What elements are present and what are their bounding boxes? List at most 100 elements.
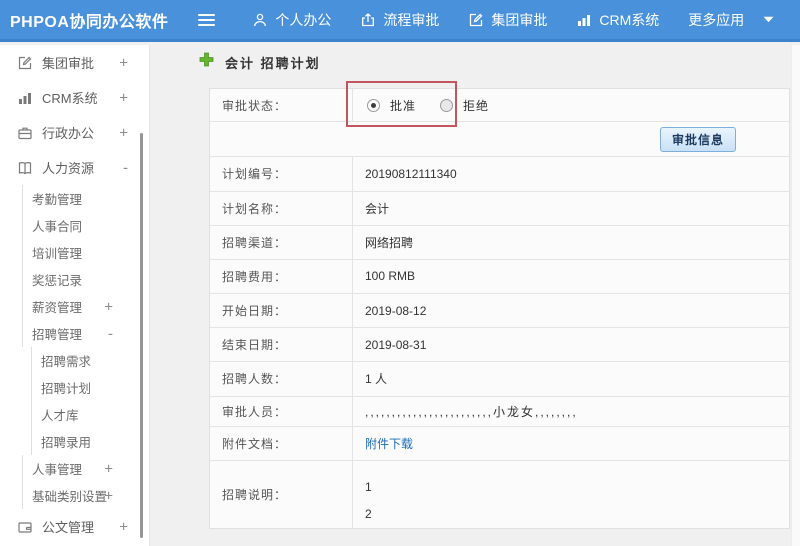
app-logo: PHPOA协同办公软件 xyxy=(10,13,169,31)
bar-chart-icon xyxy=(17,90,33,106)
expand-toggle[interactable]: + xyxy=(119,518,128,535)
top-navbar: PHPOA协同办公软件 个人办公 流程审批 集团审批 CRM系统 更多应用 xyxy=(0,0,800,42)
approval-radio-group: 批准 拒绝 xyxy=(365,97,503,114)
sidebar-item-recruit-hire[interactable]: 招聘录用 xyxy=(31,428,149,455)
expand-toggle[interactable]: + xyxy=(119,54,128,71)
radio-approve-label: 批准 xyxy=(390,98,417,113)
sidebar-item-hr-contract[interactable]: 人事合同 xyxy=(22,212,149,239)
sidebar-item-document-mgmt[interactable]: 公文管理 + xyxy=(0,509,149,544)
sidebar-item-group-approval[interactable]: 集团审批 + xyxy=(0,45,149,80)
sidebar-item-label: 基础类别设置 xyxy=(32,490,108,504)
form-row-label: 招聘说明： xyxy=(210,461,353,528)
sidebar-item-attendance[interactable]: 考勤管理 xyxy=(22,185,149,212)
form-row-label: 计划名称： xyxy=(210,191,353,225)
form-row-value: 1 人 xyxy=(365,372,388,387)
sidebar-item-label: 招聘管理 xyxy=(32,328,83,342)
sidebar-item-base-category[interactable]: 基础类别设置 + xyxy=(22,482,149,509)
book-icon xyxy=(17,160,33,176)
expand-toggle[interactable]: + xyxy=(104,460,113,477)
nav-item-process-approval[interactable]: 流程审批 xyxy=(360,10,439,30)
add-icon[interactable] xyxy=(199,52,214,72)
expand-toggle[interactable]: + xyxy=(104,487,113,504)
folder-icon xyxy=(17,519,33,535)
form-row-label: 开始日期： xyxy=(210,294,353,328)
hamburger-menu-icon[interactable] xyxy=(198,13,216,26)
sidebar-item-hr[interactable]: 人力资源 - xyxy=(0,150,149,185)
sidebar-item-label: 招聘录用 xyxy=(41,436,92,450)
nav-item-personal-office[interactable]: 个人办公 xyxy=(252,10,331,30)
sidebar-item-label: 人才库 xyxy=(41,409,79,423)
form-row-label: 计划编号： xyxy=(210,157,353,191)
sidebar-item-crm[interactable]: CRM系统 + xyxy=(0,80,149,115)
expand-toggle[interactable]: + xyxy=(119,124,128,141)
nav-item-label: 个人办公 xyxy=(275,11,332,28)
form-row-label: 附件文档： xyxy=(210,426,353,460)
sidebar-item-label: 集团审批 xyxy=(42,56,95,71)
nav-item-more-apps[interactable]: 更多应用 xyxy=(688,10,774,30)
sidebar-item-recruit-mgmt[interactable]: 招聘管理 - xyxy=(22,320,149,347)
nav-item-label: 更多应用 xyxy=(688,11,745,28)
sidebar-item-label: 人事合同 xyxy=(32,220,83,234)
sidebar-item-talent-pool[interactable]: 人才库 xyxy=(31,401,149,428)
form-row-recruit-cost: 招聘费用： 100 RMB xyxy=(210,259,789,295)
sidebar-scrollbar[interactable] xyxy=(140,133,143,538)
sidebar-item-salary[interactable]: 薪资管理 + xyxy=(22,293,149,320)
form-row-approve-button: 审批信息 xyxy=(210,122,789,158)
sidebar-item-rewards[interactable]: 奖惩记录 xyxy=(22,266,149,293)
sidebar-item-training[interactable]: 培训管理 xyxy=(22,239,149,266)
sidebar-item-label: 招聘计划 xyxy=(41,382,92,396)
form-row-description: 招聘说明： 1 2 xyxy=(210,461,789,528)
expand-toggle[interactable]: + xyxy=(119,89,128,106)
form-row-value: 2019-08-31 xyxy=(365,337,427,352)
sidebar-item-label: 人事管理 xyxy=(32,463,83,477)
sidebar-item-label: 行政办公 xyxy=(42,126,95,141)
edit-square-icon xyxy=(468,12,484,28)
expand-toggle[interactable]: + xyxy=(104,298,113,315)
form-row-value: 附件下载 xyxy=(353,427,789,460)
sidebar-nav: 集团审批 + CRM系统 + 行政办公 + 人力资源 - 考勤管理 人事合同 培… xyxy=(0,45,150,546)
form-row-value: 2019-08-12 xyxy=(365,303,427,318)
radio-reject[interactable] xyxy=(440,98,454,112)
radio-approve[interactable] xyxy=(367,98,380,112)
nav-item-label: 流程审批 xyxy=(383,11,440,28)
briefcase-icon xyxy=(17,125,33,141)
form-row-label: 招聘人数： xyxy=(210,362,353,396)
collapse-toggle[interactable]: - xyxy=(123,159,128,176)
form-row-label: 审批人员： xyxy=(210,396,353,426)
form-row-value: 会计 xyxy=(365,201,390,216)
attachment-download-link[interactable]: 附件下载 xyxy=(365,435,413,452)
form-row-label: 审批状态： xyxy=(210,89,353,122)
bar-chart-icon xyxy=(576,12,592,28)
form-row-approval-status: 审批状态： 批准 拒绝 xyxy=(210,89,789,123)
sidebar-item-recruit-plan[interactable]: 招聘计划 xyxy=(31,374,149,401)
sidebar-item-admin-office[interactable]: 行政办公 + xyxy=(0,115,149,150)
form-row-label: 招聘渠道： xyxy=(210,225,353,259)
collapse-toggle[interactable]: - xyxy=(108,325,113,342)
form-row-value: 网络招聘 xyxy=(365,235,414,250)
sidebar-item-label: 考勤管理 xyxy=(32,193,83,207)
form-row-label: 招聘费用： xyxy=(210,259,353,294)
form-row-label: 结束日期： xyxy=(210,328,353,362)
page-title: 会计 招聘计划 xyxy=(225,55,321,71)
approval-info-button[interactable]: 审批信息 xyxy=(659,127,736,153)
nav-item-crm[interactable]: CRM系统 xyxy=(576,10,659,30)
form-row-value: 1 2 xyxy=(353,461,789,528)
top-menu: 个人办公 流程审批 集团审批 CRM系统 更多应用 xyxy=(198,10,774,30)
sidebar-item-recruit-demand[interactable]: 招聘需求 xyxy=(31,347,149,374)
form-row-recruit-channel: 招聘渠道： 网络招聘 xyxy=(210,225,789,260)
nav-item-group-approval[interactable]: 集团审批 xyxy=(468,10,547,30)
upload-icon xyxy=(360,12,376,28)
nav-item-label: CRM系统 xyxy=(599,11,660,28)
form-row-start-date: 开始日期： 2019-08-12 xyxy=(210,294,789,329)
page-scrollbar-track[interactable] xyxy=(791,45,800,546)
form-row-plan-number: 计划编号： 20190812111340 xyxy=(210,157,789,192)
form-row-attachment: 附件文档： 附件下载 xyxy=(210,426,789,461)
page-title-bar: 会计 招聘计划 xyxy=(199,52,321,72)
user-icon xyxy=(252,12,268,28)
form-row-value: 批准 拒绝 xyxy=(353,89,789,121)
sidebar-item-personnel-mgmt[interactable]: 人事管理 + xyxy=(22,455,149,482)
recruit-plan-detail-table: 审批状态： 批准 拒绝 审批信息 计划编号： 20190812111340 计划… xyxy=(209,88,790,529)
form-row-value: 20190812111340 xyxy=(365,166,457,181)
sidebar-item-label: 培训管理 xyxy=(32,247,83,261)
form-row-headcount: 招聘人数： 1 人 xyxy=(210,362,789,397)
